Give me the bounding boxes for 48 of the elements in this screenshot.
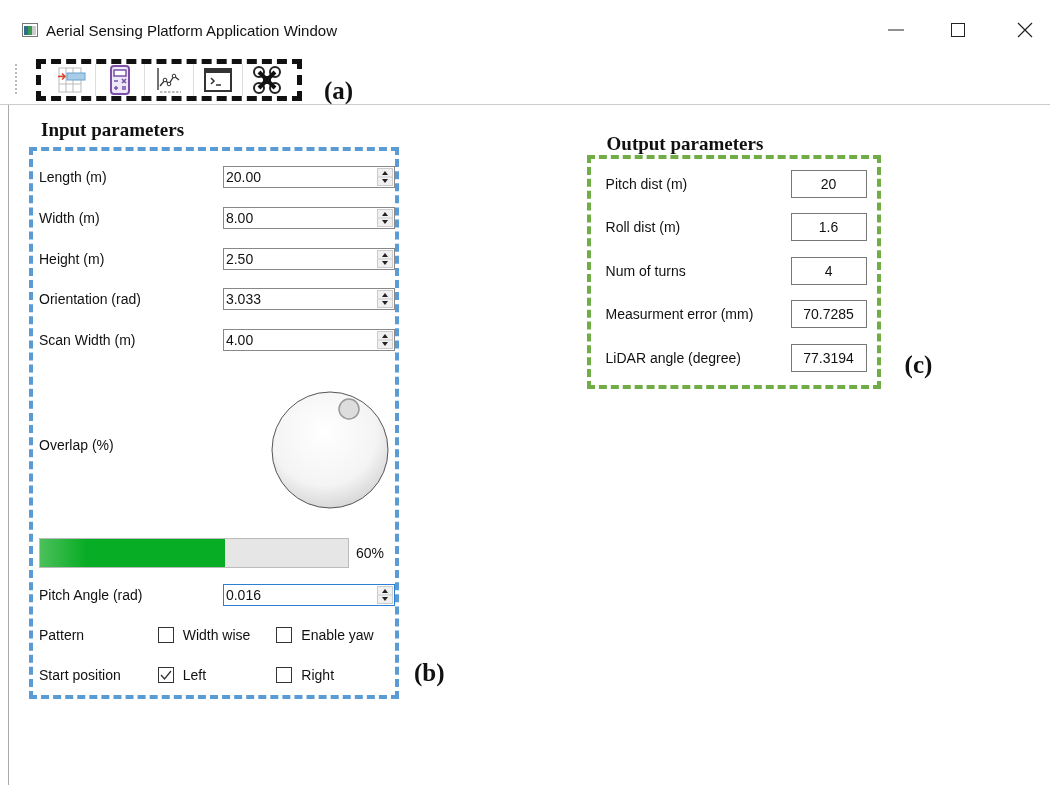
checkbox[interactable]: [157, 627, 174, 644]
annotation-label: (c): [904, 351, 933, 379]
output-value: 70.7285: [790, 300, 867, 329]
spin-arrows-icon[interactable]: [377, 330, 393, 349]
spin-arrows-icon[interactable]: [377, 290, 393, 309]
field-label: Scan Width (m): [39, 331, 137, 348]
spin-box[interactable]: 20.00: [222, 166, 395, 189]
field-label: Width (m): [39, 209, 101, 226]
spin-box[interactable]: 4.00: [222, 328, 395, 351]
checkbox[interactable]: [276, 627, 293, 644]
field-label: Pitch Angle (rad): [39, 587, 144, 604]
output-value: 4: [790, 256, 867, 285]
annotation-label: (b): [414, 659, 445, 687]
checkbox-label[interactable]: Enable yaw: [301, 627, 374, 644]
annotation-label: (a): [324, 77, 354, 105]
progress-value: 60%: [356, 544, 385, 561]
output-value: 20: [790, 169, 867, 198]
field-label: Measurment error (mm): [605, 306, 755, 323]
spin-arrows-icon[interactable]: [377, 249, 393, 268]
dial-knob[interactable]: [269, 389, 391, 512]
spin-box[interactable]: 0.016: [222, 584, 395, 607]
field-label: LiDAR angle (degree): [605, 349, 742, 366]
spin-box[interactable]: 3.033: [222, 288, 395, 311]
checkbox-label[interactable]: Left: [182, 667, 207, 684]
spin-box[interactable]: 2.50: [222, 247, 395, 270]
window-title: Aerial Sensing Platform Application Window: [46, 21, 337, 39]
field-label: Length (m): [39, 169, 108, 186]
section-heading: Input parameters: [41, 119, 186, 142]
output-value: 77.3194: [790, 343, 867, 372]
field-label: Pitch dist (m): [605, 175, 689, 192]
spin-arrows-icon[interactable]: [377, 586, 393, 605]
field-label: Height (m): [39, 250, 106, 267]
checkbox[interactable]: [276, 667, 293, 684]
checkbox-label[interactable]: Right: [301, 667, 335, 684]
field-label: Pattern: [39, 627, 86, 644]
field-label: Overlap (%): [39, 437, 115, 454]
field-label: Start position: [39, 667, 122, 684]
field-label: Num of turns: [605, 262, 687, 279]
field-label: Roll dist (m): [605, 219, 682, 236]
spin-box[interactable]: 8.00: [222, 206, 395, 229]
checkbox-label[interactable]: Width wise: [182, 627, 251, 644]
output-value: 1.6: [790, 213, 867, 242]
spin-arrows-icon[interactable]: [377, 208, 393, 227]
checkbox[interactable]: [157, 667, 174, 684]
app-icon: [22, 23, 38, 37]
spin-arrows-icon[interactable]: [377, 168, 393, 187]
section-heading: Output parameters: [606, 133, 765, 155]
field-label: Orientation (rad): [39, 291, 142, 308]
